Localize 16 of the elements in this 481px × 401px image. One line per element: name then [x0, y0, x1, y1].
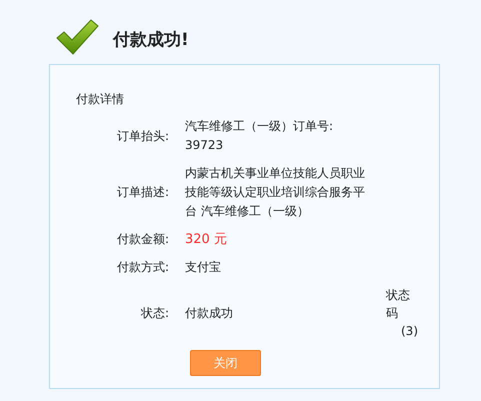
field-label: 付款金额: [116, 231, 169, 248]
page-title: 付款成功! [113, 28, 189, 50]
field-value: 支付宝 [185, 259, 222, 276]
field-value: 内蒙古机关事业单位技能人员职业技能等级认定职业培训综合服务平台 汽车维修工（一级） [185, 165, 366, 220]
field-label: 订单描述: [116, 184, 169, 201]
field-label: 付款方式: [116, 259, 169, 276]
field-label: 状态: [140, 304, 169, 322]
close-button[interactable]: 关闭 [190, 350, 261, 376]
field-value: 汽车维修工（一级）订单号: 39723 [185, 118, 334, 154]
field-value: 付款成功 [185, 304, 234, 322]
status-code: (3) [401, 323, 418, 340]
section-title: 付款详情 [76, 91, 125, 108]
field-value: 320 元 [185, 231, 228, 249]
status-code-label: 状态码 [386, 287, 411, 322]
field-label: 订单抬头: [116, 128, 169, 144]
checkmark-icon [55, 18, 99, 56]
